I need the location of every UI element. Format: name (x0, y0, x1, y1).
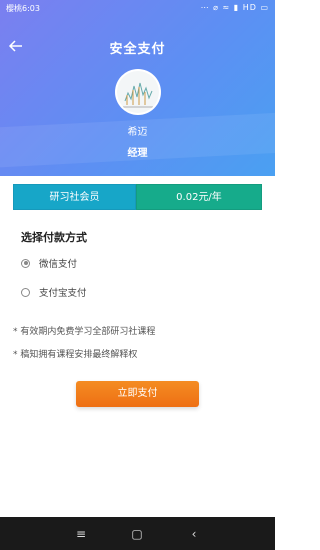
avatar (115, 69, 161, 115)
plan-price: 0.02元/年 (136, 184, 262, 210)
terms-note: * 有效期内免费学习全部研习社课程 (13, 327, 156, 337)
radio-unselected-icon[interactable] (21, 287, 30, 297)
payment-option-label: 支付宝支付 (39, 288, 87, 299)
payment-option-label: 微信支付 (39, 259, 78, 270)
avatar-image (117, 71, 159, 113)
membership-plan: 研习社会员 0.02元/年 (13, 184, 262, 210)
status-bar: 樱桃6:03 ⋯ ⌀ ≈ ▮ HD ▭ (0, 0, 275, 16)
menu-icon[interactable]: ≡ (73, 526, 89, 542)
page-title: 安全支付 (109, 42, 166, 57)
home-icon[interactable]: ▢ (129, 526, 145, 542)
status-carrier-time: 樱桃6:03 (6, 4, 40, 13)
terms-note: * 稿知拥有课程安排最终解释权 (13, 350, 138, 360)
payment-section-title: 选择付款方式 (21, 231, 87, 244)
pay-now-button[interactable]: 立即支付 (76, 381, 199, 407)
payment-option-wechat[interactable]: 微信支付 (21, 255, 77, 271)
back-icon[interactable]: ‹ (186, 526, 202, 542)
radio-selected-icon[interactable] (21, 258, 30, 268)
payment-option-alipay[interactable]: 支付宝支付 (21, 284, 87, 300)
status-icons: ⋯ ⌀ ≈ ▮ HD ▭ (200, 3, 269, 12)
user-name: 希迈 (127, 127, 148, 138)
plan-name: 研习社会员 (13, 184, 136, 210)
user-role: 经理 (127, 148, 148, 159)
header: 樱桃6:03 ⋯ ⌀ ≈ ▮ HD ▭ 安全支付 希迈 经理 (0, 0, 275, 176)
system-nav-bar: ≡ ▢ ‹ (0, 517, 275, 550)
